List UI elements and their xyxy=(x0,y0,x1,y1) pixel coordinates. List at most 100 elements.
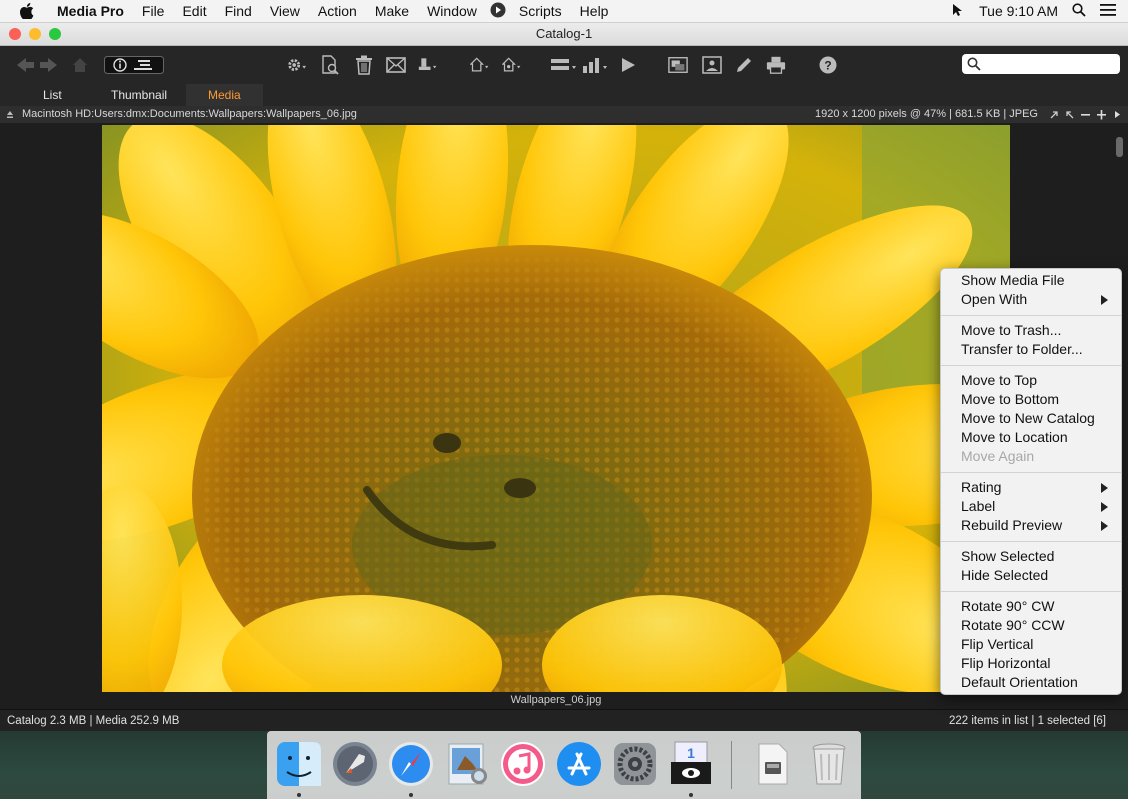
menu-item-show-selected[interactable]: Show Selected xyxy=(961,547,1054,566)
pencil-icon[interactable] xyxy=(734,56,754,74)
clock[interactable]: Tue 9:10 AM xyxy=(979,3,1058,19)
context-menu: Show Media File Open With Move to Trash.… xyxy=(940,268,1122,695)
minimize-window-button[interactable] xyxy=(29,28,41,40)
svg-text:1: 1 xyxy=(687,745,695,761)
running-indicator xyxy=(297,793,301,797)
sunflower-photo[interactable] xyxy=(102,125,1010,692)
trash-can-icon[interactable] xyxy=(805,740,853,788)
cursor-status-icon[interactable] xyxy=(951,3,965,20)
menu-separator xyxy=(941,365,1121,366)
menu-item-rating[interactable]: Rating xyxy=(961,478,1001,497)
house-star-icon[interactable] xyxy=(502,56,522,74)
documents-folder-icon[interactable] xyxy=(749,740,797,788)
status-bar: Catalog 2.3 MB | Media 252.9 MB 222 item… xyxy=(0,709,1128,732)
help-icon[interactable]: ? xyxy=(818,56,838,74)
svg-text:?: ? xyxy=(824,59,831,73)
play-slideshow-icon[interactable] xyxy=(618,56,638,74)
menu-item-move-to-top[interactable]: Move to Top xyxy=(961,371,1037,390)
close-window-button[interactable] xyxy=(9,28,21,40)
window-title: Catalog-1 xyxy=(535,26,593,41)
search-field[interactable] xyxy=(962,54,1120,74)
house-left-icon[interactable] xyxy=(470,56,490,74)
system-preferences-icon[interactable] xyxy=(611,740,659,788)
view-tabs: List Thumbnail Media xyxy=(0,84,1128,106)
menu-item-rotate-ccw[interactable]: Rotate 90° CCW xyxy=(961,616,1065,635)
dock: 1 xyxy=(267,731,861,799)
trash-icon[interactable] xyxy=(354,55,374,75)
image-frame-icon[interactable] xyxy=(702,56,722,74)
find-document-icon[interactable] xyxy=(320,55,340,75)
menu-edit[interactable]: Edit xyxy=(173,3,215,19)
image-info: 1920 x 1200 pixels @ 47% | 681.5 KB | JP… xyxy=(815,108,1038,120)
menu-item-move-to-trash[interactable]: Move to Trash... xyxy=(961,321,1061,340)
sort-fields-icon[interactable] xyxy=(550,56,578,74)
home-icon[interactable] xyxy=(70,56,90,74)
preview-icon[interactable] xyxy=(443,740,491,788)
menu-item-show-media-file[interactable]: Show Media File xyxy=(961,271,1065,290)
spotlight-search-icon[interactable] xyxy=(1072,2,1086,20)
safari-icon[interactable] xyxy=(387,740,435,788)
apple-icon[interactable] xyxy=(16,0,38,22)
script-menu-icon[interactable] xyxy=(486,2,510,21)
menu-item-default-orientation[interactable]: Default Orientation xyxy=(961,673,1078,692)
submenu-arrow-icon xyxy=(1101,521,1108,531)
menu-help[interactable]: Help xyxy=(571,3,618,19)
toolbar: ? xyxy=(0,46,1128,84)
info-toggle-button[interactable] xyxy=(104,56,164,74)
forward-icon[interactable] xyxy=(38,56,58,74)
running-indicator xyxy=(689,793,693,797)
menu-separator xyxy=(941,315,1121,316)
menu-item-rebuild-preview[interactable]: Rebuild Preview xyxy=(961,516,1062,535)
menu-item-label[interactable]: Label xyxy=(961,497,995,516)
menu-item-transfer-to-folder[interactable]: Transfer to Folder... xyxy=(961,340,1083,359)
menu-item-move-again: Move Again xyxy=(961,448,1035,464)
menu-action[interactable]: Action xyxy=(309,3,366,19)
submenu-arrow-icon xyxy=(1101,502,1108,512)
menu-find[interactable]: Find xyxy=(216,3,261,19)
launchpad-icon[interactable] xyxy=(331,740,379,788)
tab-list[interactable]: List xyxy=(43,84,62,106)
catalog-size-status: Catalog 2.3 MB | Media 252.9 MB xyxy=(7,715,180,727)
menu-separator xyxy=(941,591,1121,592)
menu-item-flip-horizontal[interactable]: Flip Horizontal xyxy=(961,654,1050,673)
print-icon[interactable] xyxy=(766,56,786,74)
menu-scripts[interactable]: Scripts xyxy=(510,3,571,19)
menu-app-name[interactable]: Media Pro xyxy=(48,3,133,19)
dock-separator xyxy=(731,741,732,789)
submenu-arrow-icon xyxy=(1101,483,1108,493)
file-path: Macintosh HD:Users:dmx:Documents:Wallpap… xyxy=(22,108,357,120)
menu-separator xyxy=(941,472,1121,473)
menu-window[interactable]: Window xyxy=(418,3,486,19)
scrollbar-thumb[interactable] xyxy=(1116,137,1123,157)
back-icon[interactable] xyxy=(16,56,36,74)
menu-item-move-to-bottom[interactable]: Move to Bottom xyxy=(961,390,1059,409)
menu-separator xyxy=(941,541,1121,542)
tab-thumbnail[interactable]: Thumbnail xyxy=(111,84,167,106)
menu-make[interactable]: Make xyxy=(366,3,418,19)
itunes-icon[interactable] xyxy=(499,740,547,788)
submenu-arrow-icon xyxy=(1101,295,1108,305)
menu-file[interactable]: File xyxy=(133,3,174,19)
menu-item-flip-vertical[interactable]: Flip Vertical xyxy=(961,635,1033,654)
menu-item-open-with[interactable]: Open With xyxy=(961,290,1027,309)
menu-item-move-to-location[interactable]: Move to Location xyxy=(961,428,1068,447)
menu-item-rotate-cw[interactable]: Rotate 90° CW xyxy=(961,597,1055,616)
finder-icon[interactable] xyxy=(275,740,323,788)
menu-item-move-to-new-catalog[interactable]: Move to New Catalog xyxy=(961,409,1095,428)
items-count-status: 222 items in list | 1 selected [6] xyxy=(948,715,1106,727)
notification-center-icon[interactable] xyxy=(1100,3,1116,19)
app-store-icon[interactable] xyxy=(555,740,603,788)
tab-media[interactable]: Media xyxy=(186,84,263,106)
title-bar: Catalog-1 xyxy=(0,23,1128,46)
media-pro-icon[interactable]: 1 xyxy=(667,740,715,788)
bar-chart-icon[interactable] xyxy=(582,56,610,74)
import-tray-icon[interactable] xyxy=(418,56,438,74)
menu-bar: Media Pro File Edit Find View Action Mak… xyxy=(0,0,1128,23)
menu-view[interactable]: View xyxy=(261,3,309,19)
zoom-window-button[interactable] xyxy=(49,28,61,40)
menu-item-hide-selected[interactable]: Hide Selected xyxy=(961,566,1048,585)
gear-icon[interactable] xyxy=(286,56,306,74)
running-indicator xyxy=(409,793,413,797)
gallery-icon[interactable] xyxy=(668,56,688,74)
mail-icon[interactable] xyxy=(386,56,406,74)
